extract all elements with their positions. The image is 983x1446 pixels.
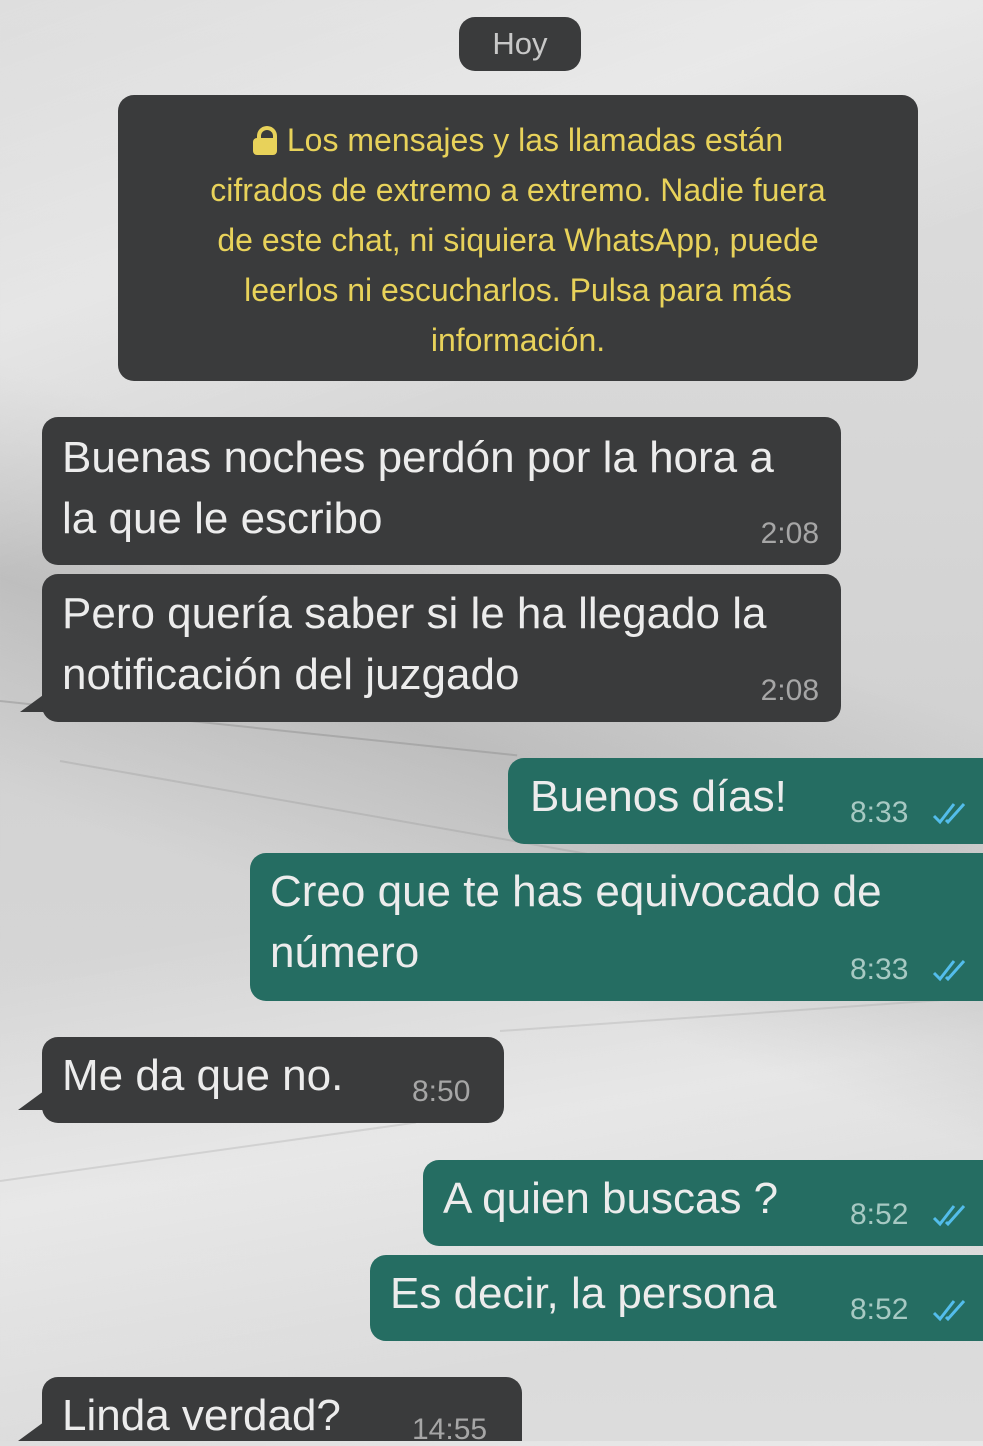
- message-time: 2:08: [760, 517, 819, 550]
- message-bubble-outgoing[interactable]: A quien buscas ? 8:52: [423, 1160, 983, 1246]
- double-check-icon: [932, 1205, 966, 1227]
- notice-line: cifrados de extremo a extremo. Nadie fue…: [210, 172, 826, 208]
- wallpaper-vein: [0, 1121, 417, 1182]
- message-time: 2:08: [760, 674, 819, 707]
- message-text: Linda verdad?: [62, 1391, 341, 1440]
- encryption-notice[interactable]: Los mensajes y las llamadas están cifrad…: [118, 95, 918, 381]
- message-text: Es decir, la persona: [390, 1269, 777, 1318]
- message-bubble-outgoing[interactable]: Es decir, la persona 8:52: [370, 1255, 983, 1341]
- double-check-icon: [932, 803, 966, 825]
- message-bubble-incoming[interactable]: Buenas noches perdón por la hora a la qu…: [42, 417, 841, 565]
- message-text: Buenas noches perdón por la hora a la qu…: [62, 433, 774, 543]
- double-check-icon: [932, 1300, 966, 1322]
- message-text: A quien buscas ?: [443, 1174, 779, 1223]
- message-bubble-outgoing[interactable]: Creo que te has equivocado de número 8:3…: [250, 853, 983, 1001]
- message-text: Me da que no.: [62, 1051, 344, 1100]
- date-divider: Hoy: [459, 17, 581, 71]
- message-bubble-incoming[interactable]: Me da que no. 8:50: [42, 1037, 504, 1123]
- message-time: 8:52: [850, 1293, 909, 1326]
- notice-line: información.: [430, 322, 606, 358]
- notice-line: leerlos ni escucharlos. Pulsa para más: [244, 272, 792, 308]
- message-text: Pero quería saber si le ha llegado la no…: [62, 589, 767, 699]
- message-bubble-outgoing[interactable]: Buenos días! 8:33: [508, 758, 983, 844]
- message-bubble-incoming[interactable]: Pero quería saber si le ha llegado la no…: [42, 574, 841, 722]
- message-text: Buenos días!: [530, 772, 787, 821]
- double-check-icon: [932, 960, 966, 982]
- message-time: 8:33: [850, 796, 909, 829]
- message-time: 8:50: [412, 1075, 471, 1108]
- message-text: Creo que te has equivocado de número: [270, 867, 882, 977]
- message-time: 8:52: [850, 1198, 909, 1231]
- wallpaper-vein: [499, 996, 979, 1032]
- notice-line: de este chat, ni siquiera WhatsApp, pued…: [217, 222, 819, 258]
- notice-line: Los mensajes y las llamadas están: [148, 115, 888, 165]
- lock-icon: [252, 126, 277, 155]
- message-bubble-incoming[interactable]: Linda verdad? 14:55: [42, 1377, 522, 1445]
- message-time: 8:33: [850, 953, 909, 986]
